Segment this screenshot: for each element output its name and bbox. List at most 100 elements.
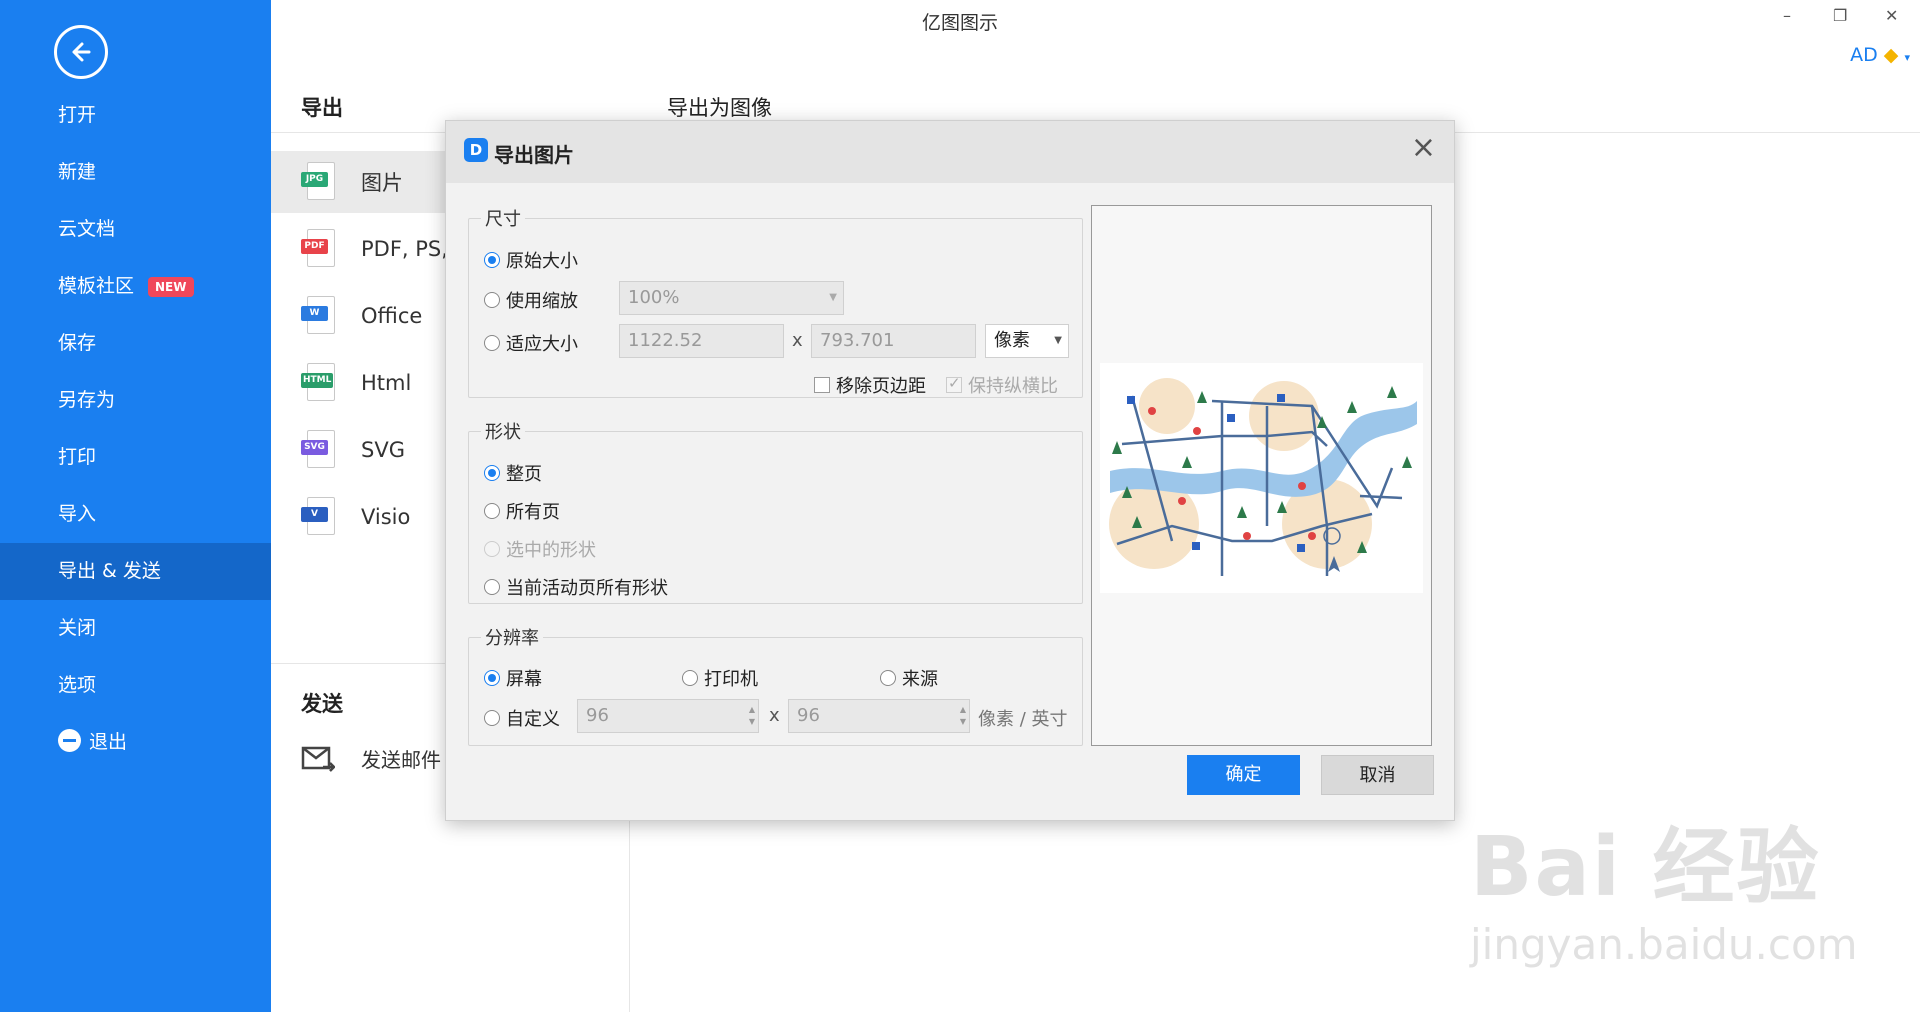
checkbox[interactable] [814, 377, 830, 393]
sidebar-item-label: 选项 [58, 674, 97, 696]
send-mail-item[interactable]: 发送邮件 [301, 744, 441, 773]
scale-value: 100% [628, 287, 680, 308]
radio-original-size[interactable]: 原始大小 [484, 247, 578, 273]
remove-margin-checkbox[interactable]: 移除页边距 [814, 372, 926, 398]
radio-fit-size[interactable]: 适应大小 [484, 330, 578, 356]
html-file-icon: HTML [301, 363, 335, 403]
radio-button[interactable] [484, 292, 500, 308]
spinner-arrows-icon[interactable]: ▲ ▼ [749, 704, 755, 728]
send-mail-label: 发送邮件 [361, 748, 441, 772]
radio-button[interactable] [484, 335, 500, 351]
cancel-button[interactable]: 取消 [1321, 755, 1434, 795]
radio-button[interactable] [484, 670, 500, 686]
sidebar-item-save[interactable]: 保存 [0, 315, 271, 372]
radio-button[interactable] [880, 670, 896, 686]
user-name: AD [1850, 44, 1878, 66]
resolution-legend: 分辨率 [485, 628, 539, 649]
sidebar-item-print[interactable]: 打印 [0, 429, 271, 486]
unit-select[interactable]: 像素 ▼ [985, 324, 1069, 358]
width-input[interactable]: 1122.52 [619, 324, 784, 358]
radio-button[interactable] [484, 579, 500, 595]
mail-icon [301, 746, 335, 772]
app-title: 亿图图示 [921, 12, 998, 34]
sidebar-item-label: 打印 [58, 446, 97, 468]
sidebar-item-label: 云文档 [58, 218, 116, 240]
sidebar-item-exit[interactable]: 退出 [0, 714, 271, 771]
sidebar-item-label: 关闭 [58, 617, 97, 639]
radio-label: 原始大小 [506, 251, 578, 272]
close-window-button[interactable]: ✕ [1885, 6, 1898, 25]
vip-diamond-icon: ◆ [1883, 44, 1899, 66]
dpi-x-value: 96 [586, 705, 609, 726]
radio-label: 自定义 [506, 709, 560, 730]
format-label: 图片 [361, 171, 403, 195]
height-value: 793.701 [820, 330, 895, 351]
radio-button[interactable] [682, 670, 698, 686]
format-label: Html [361, 371, 412, 395]
radio-button[interactable] [484, 252, 500, 268]
spinner-arrows-icon[interactable]: ▲ ▼ [960, 704, 966, 728]
radio-printer[interactable]: 打印机 [682, 665, 758, 691]
dialog-title: 导出图片 [494, 143, 574, 167]
chevron-down-icon: ▾ [1904, 51, 1910, 64]
new-badge: NEW [148, 276, 194, 297]
radio-label: 打印机 [704, 669, 758, 690]
unit-value: 像素 [994, 330, 1030, 351]
radio-button[interactable] [484, 710, 500, 726]
radio-label: 使用缩放 [506, 291, 578, 312]
exit-icon [58, 729, 81, 752]
radio-active-page-shapes[interactable]: 当前活动页所有形状 [484, 574, 668, 600]
dialog-close-button[interactable]: × [1411, 133, 1436, 163]
keep-ratio-checkbox[interactable]: 保持纵横比 [946, 372, 1058, 398]
radio-source[interactable]: 来源 [880, 665, 938, 691]
sidebar-item-label: 另存为 [58, 389, 116, 411]
sidebar-item-save-as[interactable]: 另存为 [0, 372, 271, 429]
minimize-button[interactable]: – [1783, 6, 1791, 25]
watermark-url: jingyan.baidu.com [1470, 920, 1858, 969]
radio-button[interactable] [484, 465, 500, 481]
dpi-y-input[interactable]: 96 ▲ ▼ [788, 699, 970, 733]
dpi-separator: x [769, 705, 780, 726]
export-heading: 导出 [301, 96, 343, 120]
radio-whole-page[interactable]: 整页 [484, 460, 542, 486]
sidebar-item-options[interactable]: 选项 [0, 657, 271, 714]
sidebar: 打开 新建 云文档 模板社区 NEW 保存 另存为 打印 导入 导出 & 发送 关… [0, 0, 271, 1012]
sidebar-item-template-community[interactable]: 模板社区 NEW [0, 258, 271, 315]
sidebar-item-open[interactable]: 打开 [0, 87, 271, 144]
radio-all-pages[interactable]: 所有页 [484, 498, 560, 524]
radio-label: 来源 [902, 669, 938, 690]
sidebar-item-close[interactable]: 关闭 [0, 600, 271, 657]
ok-button[interactable]: 确定 [1187, 755, 1300, 795]
radio-selected-shapes[interactable]: 选中的形状 [484, 536, 596, 562]
radio-button[interactable] [484, 541, 500, 557]
sidebar-item-label: 打开 [58, 104, 97, 126]
radio-screen[interactable]: 屏幕 [484, 665, 542, 691]
visio-file-icon: V [301, 497, 335, 537]
sidebar-item-import[interactable]: 导入 [0, 486, 271, 543]
restore-button[interactable]: ❐ [1833, 6, 1847, 25]
user-menu[interactable]: AD ◆ ▾ [1850, 44, 1910, 66]
radio-custom[interactable]: 自定义 [484, 705, 560, 731]
sidebar-item-cloud-docs[interactable]: 云文档 [0, 201, 271, 258]
radio-label: 适应大小 [506, 334, 578, 355]
scale-select[interactable]: 100% ▼ [619, 281, 844, 315]
height-input[interactable]: 793.701 [811, 324, 976, 358]
jpg-file-icon: JPG [301, 162, 335, 202]
sidebar-item-export-send[interactable]: 导出 & 发送 [0, 543, 271, 600]
width-value: 1122.52 [628, 330, 703, 351]
dropdown-arrow-icon: ▼ [829, 292, 837, 303]
size-separator: x [792, 330, 803, 351]
radio-use-scale[interactable]: 使用缩放 [484, 287, 578, 313]
radio-label: 屏幕 [506, 669, 542, 690]
svg-file-icon: SVG [301, 430, 335, 470]
radio-button[interactable] [484, 503, 500, 519]
dpi-x-input[interactable]: 96 ▲ ▼ [577, 699, 759, 733]
export-image-dialog: D 导出图片 × 尺寸 原始大小 使用缩放 100% ▼ 适应大小 1122.5… [445, 120, 1455, 821]
checkbox-label: 移除页边距 [836, 376, 926, 397]
map-preview-image [1100, 363, 1423, 593]
sidebar-item-new[interactable]: 新建 [0, 144, 271, 201]
radio-label: 整页 [506, 464, 542, 485]
back-button[interactable] [54, 25, 108, 79]
checkbox[interactable] [946, 374, 962, 393]
checkbox-label: 保持纵横比 [968, 376, 1058, 397]
